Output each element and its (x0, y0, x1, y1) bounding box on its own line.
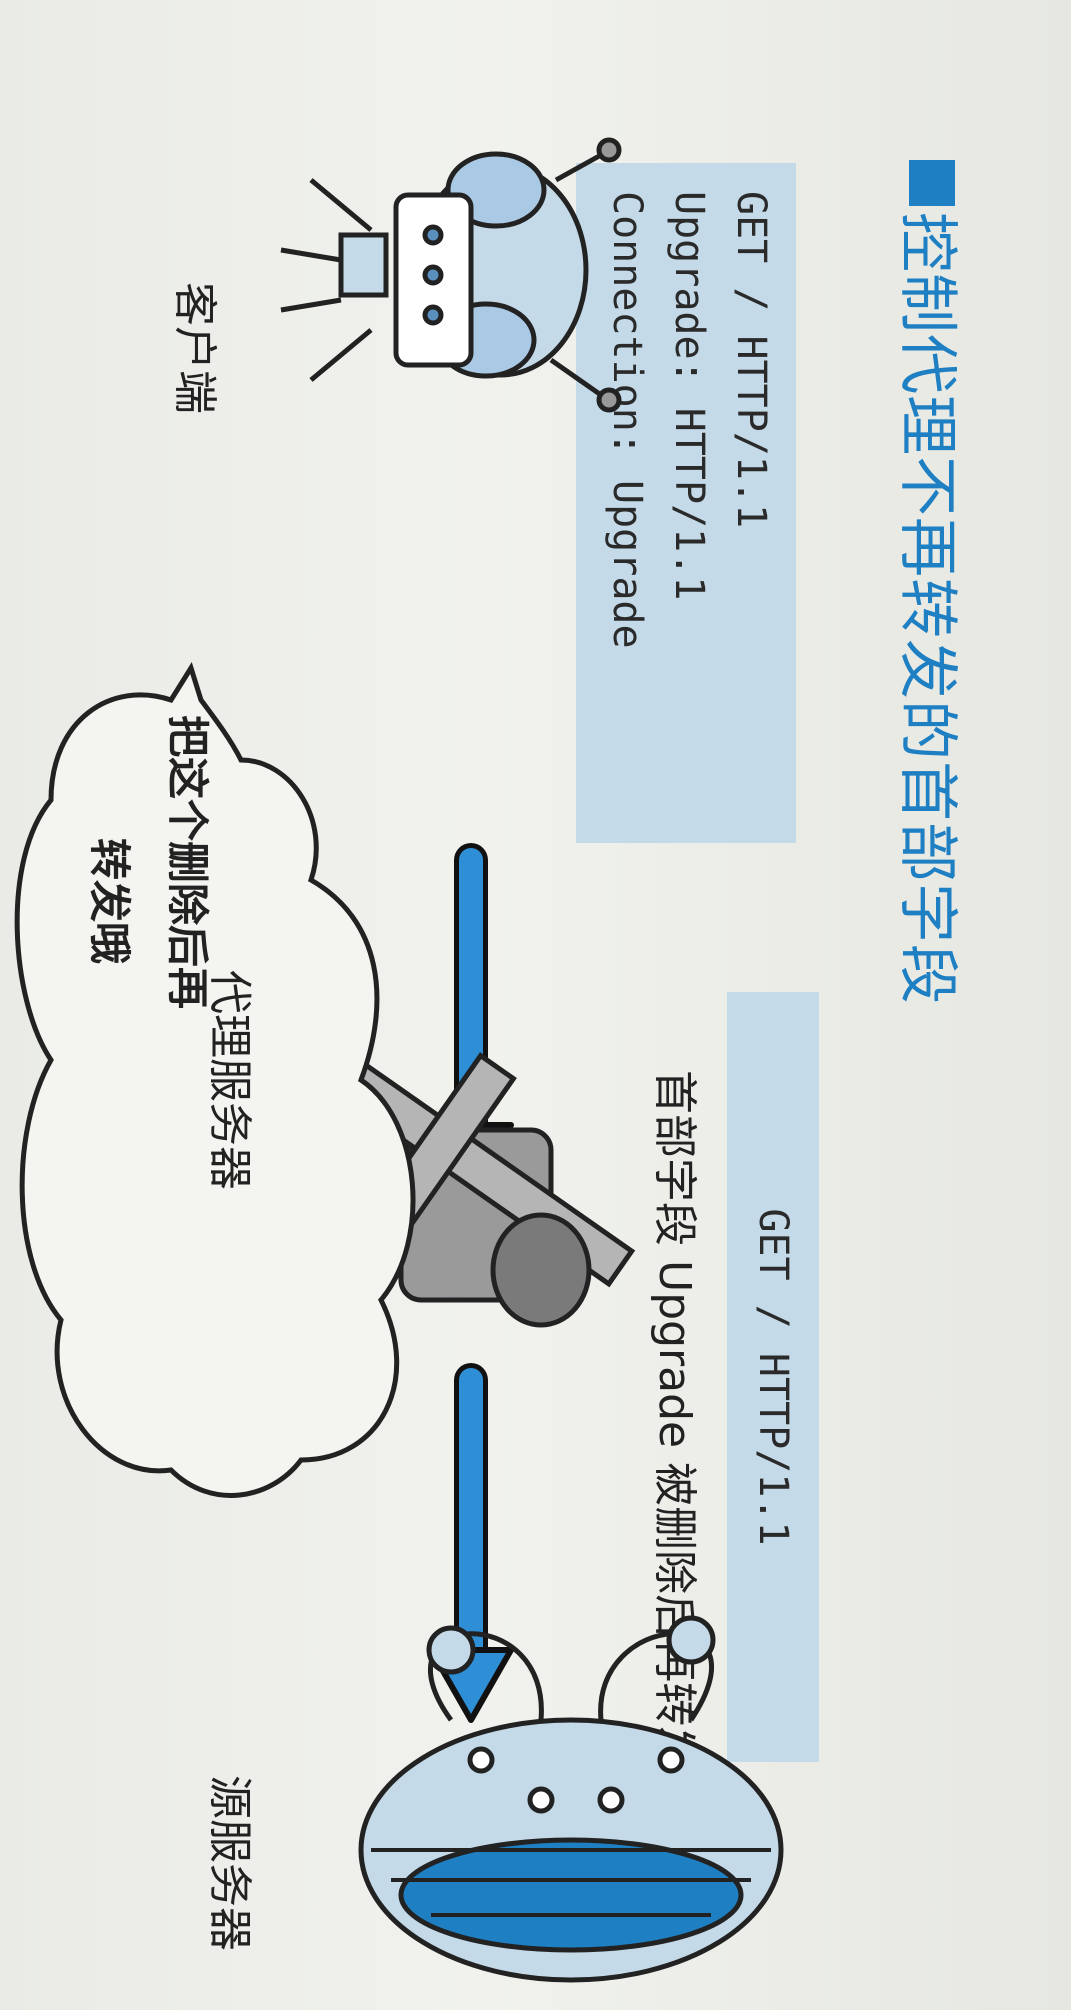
origin-label: 源服务器 (204, 1775, 255, 1951)
bubble-text-line2: 转发哦 (85, 838, 134, 965)
robot-icon (280, 137, 622, 413)
origin-server-icon (358, 1615, 784, 1983)
diagram-page: 控制代理不再转发的首部字段 GET / HTTP/1.1 Upgrade: HT… (0, 0, 1071, 2010)
client-label: 客户端 (169, 282, 220, 414)
bubble-text-line1: 把这个删除后再 (163, 715, 212, 1010)
proxy-label: 代理服务器 (204, 970, 255, 1190)
